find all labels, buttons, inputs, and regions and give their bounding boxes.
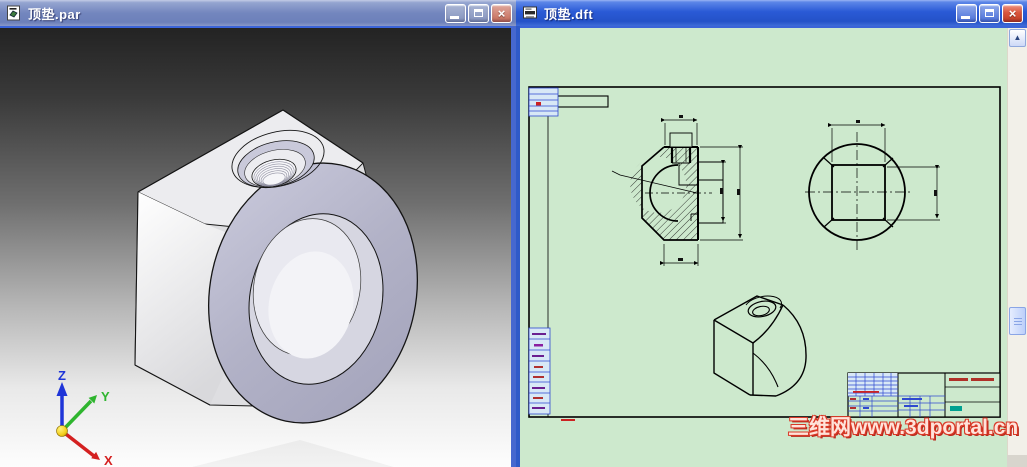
close-icon: ×	[497, 5, 506, 21]
maximize-icon	[985, 9, 994, 17]
close-button[interactable]: ×	[1002, 3, 1023, 23]
parts-list-table	[528, 327, 551, 415]
side-view[interactable]	[805, 120, 940, 252]
solid-edge-workspace: 顶垫.par × Z Y X 顶垫.dft × ▲ 三维网www.3dporta…	[0, 0, 1027, 467]
scroll-up-button[interactable]: ▲	[1009, 29, 1026, 47]
minimize-icon	[961, 15, 970, 19]
part-window-titlebar[interactable]: 顶垫.par ×	[0, 0, 516, 26]
scrollbar-grip-icon	[1014, 318, 1022, 326]
maximize-icon	[474, 9, 483, 17]
minimize-button[interactable]	[445, 3, 466, 23]
3d-viewport[interactable]: Z Y X	[0, 26, 511, 467]
origin-ball	[56, 425, 68, 437]
vertical-scrollbar[interactable]: ▲	[1007, 28, 1027, 467]
dimensions	[827, 122, 940, 221]
x-axis-label: X	[104, 453, 113, 467]
y-axis	[60, 399, 93, 433]
part-window-title: 顶垫.par	[28, 6, 81, 22]
draft-document-icon[interactable]	[522, 5, 538, 21]
x-axis	[60, 429, 96, 458]
maximize-button[interactable]	[979, 3, 1000, 23]
draft-window: 顶垫.dft × ▲ 三维网www.3dportal.cn	[516, 0, 1027, 467]
scrollbar-corner	[1007, 455, 1027, 467]
watermark-text: 三维网www.3dportal.cn	[788, 416, 1019, 439]
scrollbar-thumb[interactable]	[1009, 307, 1026, 335]
scroll-up-icon: ▲	[1013, 33, 1022, 42]
part-document-icon[interactable]	[6, 5, 22, 21]
draft-window-titlebar[interactable]: 顶垫.dft ×	[516, 0, 1027, 26]
drawing-sheet[interactable]	[520, 28, 1007, 467]
y-axis-label: Y	[101, 389, 110, 404]
maximize-button[interactable]	[468, 3, 489, 23]
minimize-button[interactable]	[956, 3, 977, 23]
revision-table	[528, 87, 559, 117]
z-axis-label: Z	[58, 368, 66, 383]
close-icon: ×	[1008, 5, 1017, 21]
part-window: 顶垫.par × Z Y X	[0, 0, 516, 467]
sheet-frame	[528, 86, 1001, 421]
close-button[interactable]: ×	[491, 3, 512, 23]
draft-window-title: 顶垫.dft	[544, 6, 594, 22]
coordinate-triad: Z Y X	[56, 368, 113, 467]
draft-client-area[interactable]: ▲	[520, 26, 1027, 467]
front-section-view[interactable]	[611, 115, 743, 266]
isometric-view[interactable]	[713, 295, 807, 397]
floor-shadow	[192, 440, 394, 467]
minimize-icon	[450, 15, 459, 19]
3d-part-model[interactable]	[134, 109, 441, 443]
